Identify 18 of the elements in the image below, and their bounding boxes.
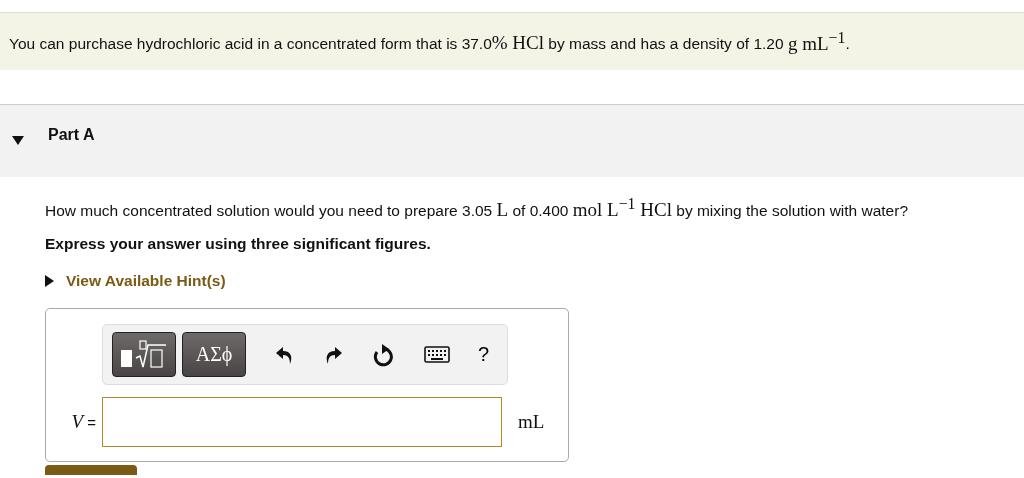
variable-label: V = xyxy=(70,411,97,434)
template-button[interactable] xyxy=(112,332,176,378)
keyboard-icon[interactable] xyxy=(424,346,450,364)
instruction-text: Express your answer using three significant figures. xyxy=(45,235,432,254)
collapse-triangle-icon[interactable] xyxy=(12,135,24,145)
expand-triangle-icon[interactable] xyxy=(45,275,54,288)
hint-link[interactable]: View Available Hint(s) xyxy=(66,272,226,291)
undo-icon[interactable] xyxy=(276,344,294,365)
answer-field[interactable] xyxy=(102,397,502,448)
part-title: Part A xyxy=(48,126,95,144)
question-text: How much concentrated solution would you need to prepare 3.05 L of 0.400 mol L$^{−1}$ HCl by mixing the solution with water? xyxy=(45,195,910,222)
problem-statement: You can purchase hydrochloric acid in a concentrated form that is 37.0% HCl by mass and has a density of 1.20 g mL$^{−1}$. xyxy=(9,28,850,55)
greek-symbols-button[interactable]: ΑΣϕ xyxy=(182,332,246,378)
unit-label: mL xyxy=(518,411,545,434)
redo-icon[interactable] xyxy=(324,344,342,365)
submit-button[interactable] xyxy=(45,465,137,476)
help-button[interactable]: ? xyxy=(478,343,490,367)
reset-icon[interactable] xyxy=(372,342,394,367)
